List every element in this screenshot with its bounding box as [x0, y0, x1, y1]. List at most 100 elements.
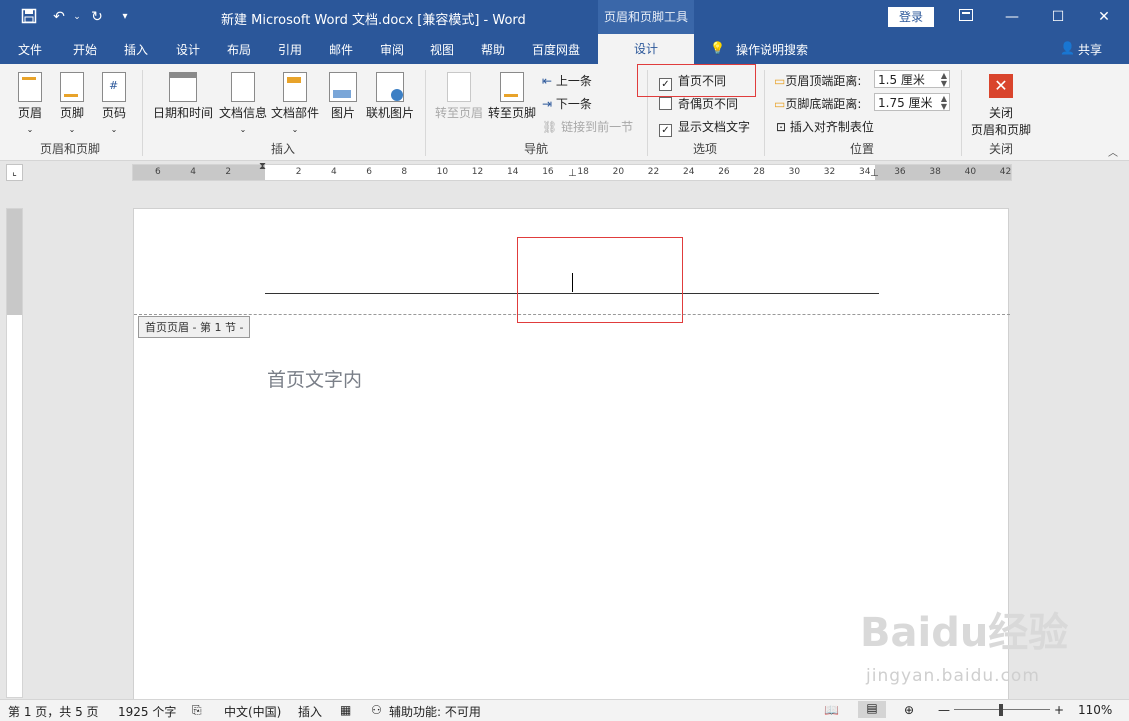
ruler-tick-label: 38 — [929, 167, 941, 177]
header-button[interactable]: 页眉 ⌄ — [14, 72, 46, 135]
online-picture-icon — [376, 72, 404, 102]
ruler-tick-label: 22 — [647, 167, 660, 177]
insert-align-tab-button[interactable]: ⊡ 插入对齐制表位 — [776, 118, 874, 135]
goto-header-icon — [447, 72, 471, 102]
footer-bottom-distance-label: ▭页脚底端距离: — [774, 95, 861, 112]
previous-icon: ⇤ — [542, 74, 553, 88]
group-nav-label: 导航 — [524, 142, 549, 156]
tell-me-search[interactable]: 操作说明搜索 — [736, 41, 808, 58]
show-doc-text-checkbox[interactable]: ✓ 显示文档文字 — [659, 118, 750, 137]
ribbon: 页眉 ⌄ 页脚 ⌄ # 页码 ⌄ 页眉和页脚 日期和时间 文档信息 ⌄ 文档部件 ⌄ 图片… — [0, 64, 1129, 161]
zoom-level[interactable]: 110% — [1078, 703, 1112, 717]
footer-label: 页脚 — [59, 106, 84, 120]
goto-header-button[interactable]: 转至页眉 — [434, 72, 484, 121]
close-icon[interactable]: ✕ — [1094, 8, 1114, 26]
tab-view[interactable]: 视图 — [430, 41, 454, 58]
page-count[interactable]: 第 1 页，共 5 页 — [8, 703, 99, 720]
tab-selector-icon[interactable]: ⌞ — [6, 164, 23, 181]
login-button[interactable]: 登录 — [888, 7, 934, 27]
date-time-button[interactable]: 日期和时间 — [152, 72, 214, 121]
insert-mode[interactable]: 插入 — [298, 703, 322, 720]
link-previous-button[interactable]: ⛓ 链接到前一节 — [542, 118, 633, 135]
ribbon-display-options-icon[interactable] — [956, 8, 976, 26]
redo-icon[interactable]: ↻ — [88, 8, 106, 26]
body-text[interactable]: 首页文字内 — [267, 365, 362, 392]
footer-bottom-value: 1.75 厘米 — [878, 96, 933, 110]
zoom-slider-thumb[interactable] — [999, 704, 1003, 716]
tab-home[interactable]: 开始 — [73, 41, 97, 58]
tab-mailings[interactable]: 邮件 — [329, 41, 353, 58]
read-mode-icon[interactable]: 📖 — [824, 703, 839, 717]
picture-label: 图片 — [330, 106, 355, 120]
web-layout-icon[interactable]: ⊕ — [904, 703, 914, 717]
accessibility-icon: ⚇ — [371, 703, 382, 717]
doc-parts-icon — [283, 72, 307, 102]
group-close-label: 关闭 — [989, 142, 1014, 156]
proofing-icon[interactable]: ⎘ — [192, 703, 202, 718]
header-icon — [18, 72, 42, 102]
maximize-icon[interactable]: ☐ — [1048, 8, 1068, 26]
tab-baidu-netdisk[interactable]: 百度网盘 — [532, 41, 580, 58]
header-distance-icon: ▭ — [774, 74, 786, 88]
footer-button[interactable]: 页脚 ⌄ — [56, 72, 88, 135]
footer-bottom-distance-input[interactable]: 1.75 厘米 ▲ ▼ — [874, 93, 950, 111]
footer-bottom-text: 页脚底端距离: — [785, 97, 862, 111]
next-button[interactable]: ⇥ 下一条 — [542, 95, 592, 112]
macro-icon[interactable]: ▦ — [340, 703, 351, 717]
collapse-ribbon-icon[interactable]: ︿ — [1108, 144, 1118, 159]
accessibility-status[interactable]: 辅助功能: 不可用 — [389, 703, 481, 720]
tab-hf-design[interactable]: 设计 — [598, 34, 694, 64]
indent-marker-icon[interactable]: ⧗ — [259, 161, 266, 172]
previous-button[interactable]: ⇤ 上一条 — [542, 72, 592, 89]
vertical-ruler[interactable] — [6, 208, 23, 698]
language[interactable]: 中文(中国) — [224, 703, 281, 720]
ruler-tick-label: 2 — [295, 167, 302, 177]
tab-design[interactable]: 设计 — [176, 41, 200, 58]
ruler-tick-label: 28 — [753, 167, 765, 177]
center-tab-icon[interactable]: ⊥ — [568, 168, 577, 179]
header-top-text: 页眉顶端距离: — [785, 74, 862, 88]
zoom-in-icon[interactable]: + — [1054, 703, 1064, 717]
picture-button[interactable]: 图片 — [326, 72, 360, 121]
horizontal-ruler[interactable]: 6 4 2 2 4 6 8 10 12 14 16 18 20 22 24 26 28 30 32 34 36 38 40 4… — [132, 161, 1012, 181]
share-button[interactable]: 共享 — [1078, 41, 1102, 58]
print-layout-icon[interactable]: ▤ — [858, 701, 886, 718]
spin-down-icon[interactable]: ▼ — [941, 80, 947, 88]
footer-distance-icon: ▭ — [774, 97, 786, 111]
goto-footer-button[interactable]: 转至页脚 — [487, 72, 537, 121]
tab-layout[interactable]: 布局 — [227, 41, 251, 58]
tab-file[interactable]: 文件 — [18, 41, 42, 58]
close-label-2: 页眉和页脚 — [970, 123, 1031, 137]
group-insert-label: 插入 — [271, 142, 296, 156]
online-picture-button[interactable]: 联机图片 — [364, 72, 416, 121]
right-tab-icon[interactable]: ⊥ — [870, 168, 879, 179]
spin-down-icon[interactable]: ▼ — [941, 103, 947, 111]
ruler-tick-label: 2 — [225, 167, 232, 177]
doc-info-icon — [231, 72, 255, 102]
next-icon: ⇥ — [542, 97, 553, 111]
tab-insert[interactable]: 插入 — [124, 41, 148, 58]
word-count[interactable]: 1925 个字 — [118, 703, 176, 720]
tab-review[interactable]: 审阅 — [380, 41, 404, 58]
doc-parts-label: 文档部件 — [270, 106, 319, 120]
highlight-box-first-page — [637, 64, 756, 97]
page-number-button[interactable]: # 页码 ⌄ — [98, 72, 130, 135]
customize-qat-icon[interactable]: ▾ — [116, 8, 134, 26]
tab-references[interactable]: 引用 — [278, 41, 302, 58]
ruler-tick-label: 36 — [894, 167, 906, 177]
diff-odd-even-checkbox[interactable]: 奇偶页不同 — [659, 95, 738, 112]
undo-dropdown-icon[interactable]: ⌄ — [68, 8, 86, 26]
zoom-out-icon[interactable]: — — [938, 703, 950, 717]
link-previous-label: 链接到前一节 — [561, 120, 634, 134]
save-icon[interactable] — [20, 8, 38, 26]
highlight-box-header — [517, 237, 683, 323]
doc-info-button[interactable]: 文档信息 ⌄ — [218, 72, 268, 135]
goto-header-label: 转至页眉 — [434, 106, 483, 120]
undo-icon[interactable]: ↶ — [50, 8, 68, 26]
close-label-1: 关闭 — [988, 106, 1013, 120]
tab-help[interactable]: 帮助 — [481, 41, 505, 58]
header-top-distance-input[interactable]: 1.5 厘米 ▲ ▼ — [874, 70, 950, 88]
close-header-footer-button[interactable]: ✕ 关闭 页眉和页脚 — [968, 72, 1034, 138]
doc-parts-button[interactable]: 文档部件 ⌄ — [270, 72, 320, 135]
minimize-icon[interactable]: — — [1002, 8, 1022, 26]
